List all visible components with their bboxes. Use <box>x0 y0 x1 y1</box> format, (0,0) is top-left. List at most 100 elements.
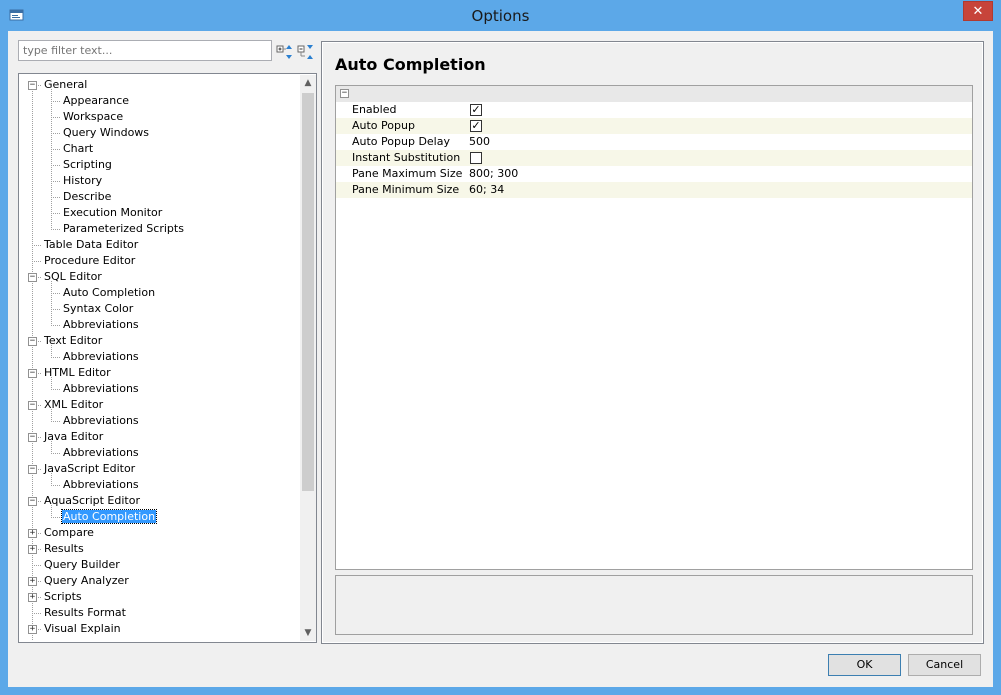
collapse-all-icon[interactable] <box>297 43 315 61</box>
property-checkbox[interactable] <box>470 152 482 164</box>
tree-item[interactable]: Parameterized Scripts <box>62 221 185 237</box>
collapse-icon[interactable]: − <box>28 273 37 282</box>
collapse-icon[interactable]: − <box>28 81 37 90</box>
collapse-icon[interactable]: − <box>28 497 37 506</box>
tree-item[interactable]: XML Editor <box>43 397 104 413</box>
tree-item[interactable]: Abbreviations <box>62 349 140 365</box>
close-icon[interactable]: ✕ <box>963 1 993 21</box>
tree-item[interactable]: Query Analyzer <box>43 573 130 589</box>
tree-item[interactable]: Scripting <box>62 157 113 173</box>
scroll-down-icon[interactable]: ▼ <box>300 625 316 641</box>
options-window: Options ✕ General−AppearanceWorkspaceQue… <box>0 0 1001 695</box>
property-row[interactable]: Auto Popup ✓ <box>336 118 972 134</box>
tree-item[interactable]: Text Editor <box>43 333 103 349</box>
collapse-icon[interactable]: − <box>28 337 37 346</box>
filter-input[interactable] <box>18 40 272 61</box>
property-row[interactable]: Enabled ✓ <box>336 102 972 118</box>
tree-item[interactable]: Abbreviations <box>62 477 140 493</box>
tree-item-label: JavaScript Editor <box>44 462 136 475</box>
tree-item-label: Auto Completion <box>63 286 156 299</box>
property-name: Pane Maximum Size <box>352 167 463 180</box>
tree-item-label: Query Analyzer <box>44 574 129 587</box>
title-bar[interactable]: Options ✕ <box>0 0 1001 31</box>
tree-item[interactable]: Visual Explain <box>43 621 122 637</box>
collapse-icon[interactable]: − <box>28 465 37 474</box>
property-value[interactable]: 500 <box>469 134 490 150</box>
tree-item-label: Appearance <box>63 94 130 107</box>
tree-item-label: Text Editor <box>44 334 103 347</box>
tree-item[interactable]: SQL Editor <box>43 269 103 285</box>
tree-item[interactable]: Java Editor <box>43 429 104 445</box>
expand-icon[interactable]: + <box>28 593 37 602</box>
tree-item-label: Abbreviations <box>63 446 139 459</box>
tree-item-label: XML Editor <box>44 398 104 411</box>
property-name: Pane Minimum Size <box>352 183 460 196</box>
tree-item[interactable]: Execution Monitor <box>62 205 163 221</box>
ok-button[interactable]: OK <box>828 654 901 676</box>
collapse-icon[interactable]: − <box>340 89 349 98</box>
expand-icon[interactable]: + <box>28 545 37 554</box>
tree-item[interactable]: Workspace <box>62 109 124 125</box>
grid-category-header[interactable]: − <box>336 86 972 102</box>
tree-item[interactable]: HTML Editor <box>43 365 112 381</box>
tree-item[interactable]: Chart <box>62 141 94 157</box>
tree-item[interactable]: Scripts <box>43 589 83 605</box>
tree-item[interactable]: Query Builder <box>43 557 121 573</box>
property-value[interactable]: 60; 34 <box>469 182 504 198</box>
tree-item[interactable]: General <box>43 77 88 93</box>
property-value[interactable]: 800; 300 <box>469 166 518 182</box>
tree-scrollbar[interactable]: ▲ ▼ <box>300 75 316 641</box>
property-name: Enabled <box>352 103 397 116</box>
collapse-icon[interactable]: − <box>28 369 37 378</box>
tree-item-label: HTML Editor <box>44 366 111 379</box>
scroll-up-icon[interactable]: ▲ <box>300 75 316 91</box>
tree-item[interactable]: History <box>62 173 103 189</box>
tree-item-label: Workspace <box>63 110 124 123</box>
tree-item[interactable]: Results Format <box>43 605 127 621</box>
tree-item[interactable]: Results <box>43 541 85 557</box>
tree-item-label: General <box>44 78 88 91</box>
tree-item[interactable]: Abbreviations <box>62 445 140 461</box>
property-checkbox[interactable]: ✓ <box>470 104 482 116</box>
expand-icon[interactable]: + <box>28 529 37 538</box>
client-area: General−AppearanceWorkspaceQuery Windows… <box>8 31 993 687</box>
tree-item[interactable]: Abbreviations <box>62 317 140 333</box>
tree-item[interactable]: Query Windows <box>62 125 150 141</box>
collapse-icon[interactable]: − <box>28 433 37 442</box>
tree-item[interactable]: Abbreviations <box>62 413 140 429</box>
tree-item-label: SQL Editor <box>44 270 102 283</box>
tree-item[interactable]: Syntax Color <box>62 301 134 317</box>
property-grid[interactable]: − Enabled ✓ Auto Popup ✓ Auto Popup Delay 500… <box>335 85 973 570</box>
tree-item[interactable]: Describe <box>62 189 112 205</box>
tree-item-label: Syntax Color <box>63 302 134 315</box>
tree-item[interactable]: JavaScript Editor <box>43 461 136 477</box>
tree-item-label: Query Windows <box>63 126 150 139</box>
tree-item[interactable]: AquaScript Editor <box>43 493 141 509</box>
property-row[interactable]: Pane Minimum Size 60; 34 <box>336 182 972 198</box>
expand-all-icon[interactable] <box>276 43 294 61</box>
tree-item-label: Procedure Editor <box>44 254 136 267</box>
property-row[interactable]: Pane Maximum Size 800; 300 <box>336 166 972 182</box>
tree-item[interactable]: Procedure Editor <box>43 253 136 269</box>
property-checkbox[interactable]: ✓ <box>470 120 482 132</box>
tree-item[interactable]: Abbreviations <box>62 381 140 397</box>
tree-item[interactable]: Compare <box>43 525 95 541</box>
expand-icon[interactable]: + <box>28 625 37 634</box>
tree-item-label: Java Editor <box>44 430 104 443</box>
tree-item[interactable]: Appearance <box>62 93 130 109</box>
expand-icon[interactable]: + <box>28 577 37 586</box>
scrollbar-thumb[interactable] <box>302 93 314 491</box>
collapse-icon[interactable]: − <box>28 401 37 410</box>
property-row[interactable]: Auto Popup Delay 500 <box>336 134 972 150</box>
options-tree[interactable]: General − Appearance Workspace Query Windows… <box>18 73 317 643</box>
tree-item-label: Abbreviations <box>63 318 139 331</box>
tree-item-label: Describe <box>63 190 112 203</box>
tree-item[interactable]: Table Data Editor <box>43 237 139 253</box>
tree-item[interactable]: Auto Completion <box>62 285 156 301</box>
cancel-button[interactable]: Cancel <box>908 654 981 676</box>
property-row[interactable]: Instant Substitution <box>336 150 972 166</box>
tree-item[interactable]: Auto Completion <box>60 509 158 525</box>
tree-item-label: Query Builder <box>44 558 120 571</box>
tree-item-label: Compare <box>44 526 94 539</box>
description-panel <box>335 575 973 635</box>
